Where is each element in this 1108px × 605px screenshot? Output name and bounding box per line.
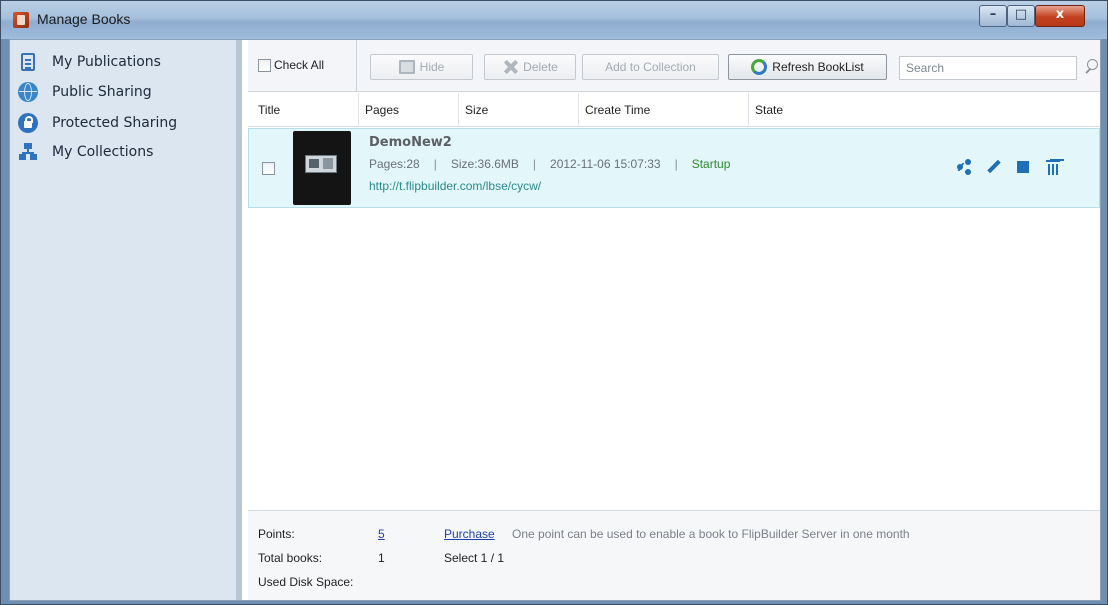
publications-icon	[21, 53, 35, 71]
sidebar-item-label: Public Sharing	[52, 84, 152, 100]
sidebar-item-public-sharing[interactable]: Public Sharing	[18, 80, 233, 104]
toolbar-divider	[356, 40, 357, 92]
check-all-label: Check All	[274, 58, 325, 72]
meta-separator: |	[433, 157, 437, 171]
window-client-area: My Publications Public Sharing Protected…	[9, 39, 1101, 601]
sidebar-item-label: Protected Sharing	[52, 115, 178, 131]
book-row-checkbox[interactable]	[262, 162, 275, 175]
monitor-icon	[398, 60, 415, 74]
book-state: Startup	[691, 157, 731, 171]
check-all-checkbox[interactable]	[258, 58, 271, 72]
hide-button[interactable]: Hide	[370, 54, 473, 80]
trash-icon[interactable]	[1045, 159, 1061, 175]
points-note: One point can be used to enable a book t…	[512, 527, 910, 541]
refresh-booklist-button[interactable]: Refresh BookList	[728, 54, 887, 80]
add-to-collection-label: Add to Collection	[605, 60, 696, 74]
column-header-size[interactable]: Size	[458, 93, 578, 127]
lock-icon	[18, 113, 38, 133]
edit-pencil-icon[interactable]	[985, 159, 1001, 175]
points-label: Points:	[258, 527, 295, 541]
sidebar-item-label: My Collections	[52, 144, 154, 160]
sidebar-item-my-collections[interactable]: My Collections	[18, 140, 233, 164]
meta-separator: |	[674, 157, 678, 171]
app-book-icon	[13, 12, 29, 28]
book-row[interactable]: DemoNew2 Pages:28 | Size:36.6MB | 2012-1…	[248, 128, 1100, 208]
total-books-value: 1	[378, 551, 385, 565]
column-header-state[interactable]: State	[748, 93, 1100, 127]
sidebar: My Publications Public Sharing Protected…	[10, 40, 242, 600]
sidebar-item-label: My Publications	[52, 54, 161, 70]
book-create-time: 2012-11-06 15:07:33	[550, 157, 661, 171]
close-icon: x	[1055, 7, 1065, 22]
book-meta: Pages:28 | Size:36.6MB | 2012-11-06 15:0…	[369, 157, 730, 171]
book-size: Size:36.6MB	[450, 157, 519, 171]
maximize-icon: □	[1014, 7, 1028, 22]
book-title: DemoNew2	[369, 135, 452, 150]
book-url-link[interactable]: http://t.flipbuilder.com/lbse/cycw/	[369, 179, 541, 193]
add-to-collection-button[interactable]: Add to Collection	[582, 54, 719, 80]
purchase-link[interactable]: Purchase	[444, 527, 495, 541]
book-pages: Pages:28	[369, 157, 420, 171]
search-field-box	[899, 56, 1077, 80]
total-books-label: Total books:	[258, 551, 323, 565]
column-header-pages[interactable]: Pages	[358, 93, 458, 127]
column-header-title[interactable]: Title	[248, 93, 358, 127]
delete-button[interactable]: Delete	[484, 54, 576, 80]
refresh-icon	[751, 59, 768, 75]
main-panel: Check All Hide Delete Add to Collection …	[248, 40, 1100, 600]
title-bar[interactable]: Manage Books – □ x	[1, 1, 1107, 39]
refresh-label: Refresh BookList	[772, 60, 864, 74]
book-thumbnail[interactable]	[293, 131, 351, 205]
minimize-button[interactable]: –	[979, 5, 1007, 27]
check-all-control[interactable]: Check All	[258, 58, 324, 72]
search-icon[interactable]	[1083, 59, 1099, 77]
hide-label: Hide	[419, 60, 445, 74]
selection-count: Select 1 / 1	[444, 551, 505, 565]
monitor-thumbnail-icon	[305, 155, 337, 173]
collections-icon	[18, 142, 38, 162]
close-button[interactable]: x	[1035, 5, 1085, 27]
delete-label: Delete	[523, 60, 558, 74]
minimize-icon: –	[989, 7, 997, 22]
sidebar-item-my-publications[interactable]: My Publications	[18, 50, 233, 74]
stop-icon[interactable]	[1015, 159, 1031, 175]
search-input[interactable]	[900, 57, 1060, 79]
points-value-link[interactable]: 5	[378, 527, 385, 541]
window-title: Manage Books	[37, 11, 131, 27]
manage-books-window: Manage Books – □ x My Publications Publi…	[0, 0, 1108, 605]
column-header-create-time[interactable]: Create Time	[578, 93, 748, 127]
meta-separator: |	[532, 157, 537, 171]
globe-icon	[18, 82, 38, 102]
sidebar-item-protected-sharing[interactable]: Protected Sharing	[18, 111, 233, 135]
toolbar: Check All Hide Delete Add to Collection …	[248, 40, 1100, 92]
disk-space-label: Used Disk Space:	[258, 575, 354, 589]
column-header-row: Title Pages Size Create Time State	[248, 93, 1100, 127]
maximize-button[interactable]: □	[1007, 5, 1035, 27]
delete-x-icon	[502, 60, 518, 74]
book-actions	[955, 159, 1061, 175]
status-footer: Points: 5 Purchase One point can be used…	[248, 510, 1100, 600]
share-icon[interactable]	[955, 159, 971, 175]
